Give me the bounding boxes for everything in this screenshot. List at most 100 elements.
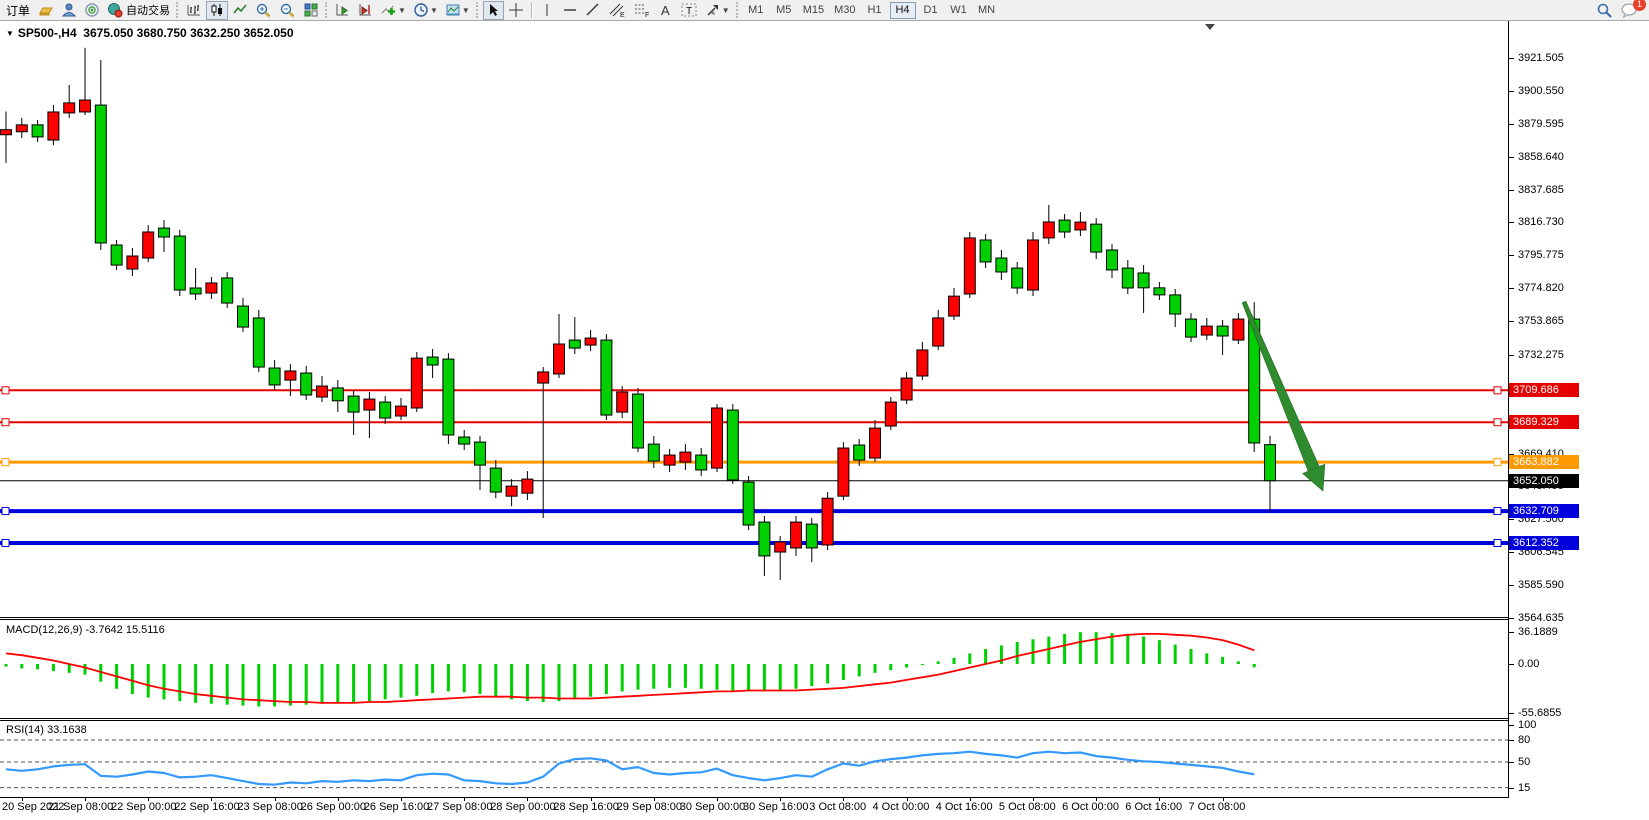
horizontal-line-tool[interactable] <box>559 1 581 20</box>
timeframe-bar: M1M5M15M30H1H4D1W1MN <box>743 2 1000 19</box>
trendline-tool[interactable] <box>582 1 604 20</box>
profile-icon[interactable] <box>58 1 80 20</box>
macd-panel[interactable] <box>0 620 1509 718</box>
candle-body <box>806 524 817 548</box>
price-tick <box>1509 222 1514 223</box>
macd-histogram-bar <box>874 664 877 673</box>
candle-body <box>1217 326 1228 336</box>
time-label: 5 Oct 08:00 <box>999 801 1056 813</box>
price-tick-label: 3921.505 <box>1518 51 1564 65</box>
rsi-axis-tick <box>1509 762 1514 763</box>
line-anchor-left-3632.709[interactable] <box>2 508 9 515</box>
chart-shift-button[interactable] <box>355 1 377 20</box>
timeframe-button-D1[interactable]: D1 <box>918 2 944 19</box>
macd-histogram-bar <box>273 664 276 706</box>
toolbar-grip <box>476 2 480 18</box>
time-label: 22 Sep 16:00 <box>174 801 239 813</box>
candle-body <box>206 283 217 293</box>
candle-body <box>285 371 296 380</box>
timeframe-button-W1[interactable]: W1 <box>946 2 972 19</box>
line-anchor-left-3689.329[interactable] <box>2 419 9 426</box>
price-tick-label: 3564.635 <box>1518 611 1564 625</box>
line-anchor-right-3709.686[interactable] <box>1494 387 1501 394</box>
chart-shift-marker-icon[interactable] <box>1205 24 1215 30</box>
crosshair-tool-button[interactable] <box>505 1 527 20</box>
tile-windows-button[interactable] <box>300 1 322 20</box>
price-badge-3632.709: 3632.709 <box>1509 504 1579 518</box>
line-chart-type-button[interactable] <box>229 1 251 20</box>
time-label: 30 Sep 16:00 <box>743 801 808 813</box>
arrows-tool[interactable]: ▼ <box>702 1 733 20</box>
rsi-panel[interactable] <box>0 721 1509 797</box>
candle-body <box>1138 273 1149 288</box>
candle-body <box>16 125 27 132</box>
chart-window[interactable]: ▼SP500-,H4 3675.050 3680.750 3632.250 36… <box>0 21 1649 820</box>
candle-body <box>190 288 201 294</box>
cursor-tool-button[interactable] <box>483 1 504 20</box>
equidistant-channel-tool[interactable]: E <box>605 1 629 20</box>
gold-orders-icon[interactable] <box>35 1 57 20</box>
line-anchor-right-3612.352[interactable] <box>1494 539 1501 546</box>
macd-histogram-bar <box>415 664 418 696</box>
price-tick-label: 3732.275 <box>1518 348 1564 362</box>
auto-scroll-button[interactable] <box>332 1 354 20</box>
bar-chart-type-button[interactable] <box>183 1 205 20</box>
candle-body <box>459 437 470 444</box>
chevron-down-icon: ▼ <box>722 6 730 15</box>
candle-body <box>633 394 644 448</box>
line-anchor-right-3689.329[interactable] <box>1494 419 1501 426</box>
macd-axis-tick <box>1509 713 1514 714</box>
zoom-out-button[interactable] <box>276 1 299 20</box>
indicators-button[interactable]: ▼ <box>378 1 409 20</box>
candle-body <box>238 306 249 327</box>
timeframe-button-M30[interactable]: M30 <box>830 2 859 19</box>
candle-body <box>174 236 185 290</box>
rsi-value: 33.1638 <box>47 724 87 736</box>
line-anchor-right-3632.709[interactable] <box>1494 508 1501 515</box>
fibonacci-tool[interactable]: F <box>630 1 654 20</box>
price-axis[interactable]: 3921.5053900.5503879.5953858.6403837.685… <box>1509 21 1649 820</box>
line-anchor-right-3663.882[interactable] <box>1494 459 1501 466</box>
macd-histogram-bar <box>937 661 940 664</box>
candle-body <box>506 486 517 496</box>
candle-body <box>933 318 944 346</box>
timeframe-button-M15[interactable]: M15 <box>799 2 828 19</box>
timeframe-button-H1[interactable]: H1 <box>862 2 888 19</box>
toolbar: 订单 自动交易 <box>0 0 1649 21</box>
line-anchor-left-3663.882[interactable] <box>2 459 9 466</box>
macd-histogram-bar <box>968 653 971 664</box>
text-label-tool[interactable]: T <box>677 1 701 20</box>
notifications-button[interactable]: 1 <box>1617 1 1641 20</box>
macd-histogram-bar <box>1063 634 1066 664</box>
macd-histogram-bar <box>984 649 987 664</box>
line-anchor-left-3612.352[interactable] <box>2 539 9 546</box>
new-order-button[interactable]: 订单 <box>2 1 34 20</box>
templates-button[interactable]: ▼ <box>442 1 473 20</box>
candlestick-chart-type-button[interactable] <box>206 1 228 20</box>
signal-icon[interactable] <box>81 1 103 20</box>
periods-button[interactable]: ▼ <box>410 1 441 20</box>
zoom-in-button[interactable] <box>252 1 275 20</box>
macd-histogram-bar <box>84 664 87 675</box>
timeframe-button-M5[interactable]: M5 <box>771 2 797 19</box>
timeframe-button-M1[interactable]: M1 <box>743 2 769 19</box>
template-icon <box>445 2 461 18</box>
price-tick <box>1509 585 1514 586</box>
text-tool[interactable]: A <box>655 1 676 20</box>
macd-histogram-bar <box>652 664 655 689</box>
timeframe-button-H4[interactable]: H4 <box>890 2 916 19</box>
macd-histogram-bar <box>842 664 845 680</box>
main-price-panel[interactable] <box>0 21 1509 617</box>
auto-trading-button[interactable]: 自动交易 <box>104 1 173 20</box>
candle-body <box>648 444 659 461</box>
macd-histogram-bar <box>1111 633 1114 664</box>
chevron-down-icon: ▼ <box>430 6 438 15</box>
line-anchor-left-3709.686[interactable] <box>2 387 9 394</box>
vertical-line-tool[interactable] <box>537 1 558 20</box>
collapse-triangle-icon[interactable]: ▼ <box>6 29 14 38</box>
time-label: 28 Sep 16:00 <box>553 801 618 813</box>
macd-histogram-bar <box>479 664 482 694</box>
search-button[interactable] <box>1593 1 1616 20</box>
timeframe-button-MN[interactable]: MN <box>974 2 1000 19</box>
time-label: 4 Oct 00:00 <box>873 801 930 813</box>
